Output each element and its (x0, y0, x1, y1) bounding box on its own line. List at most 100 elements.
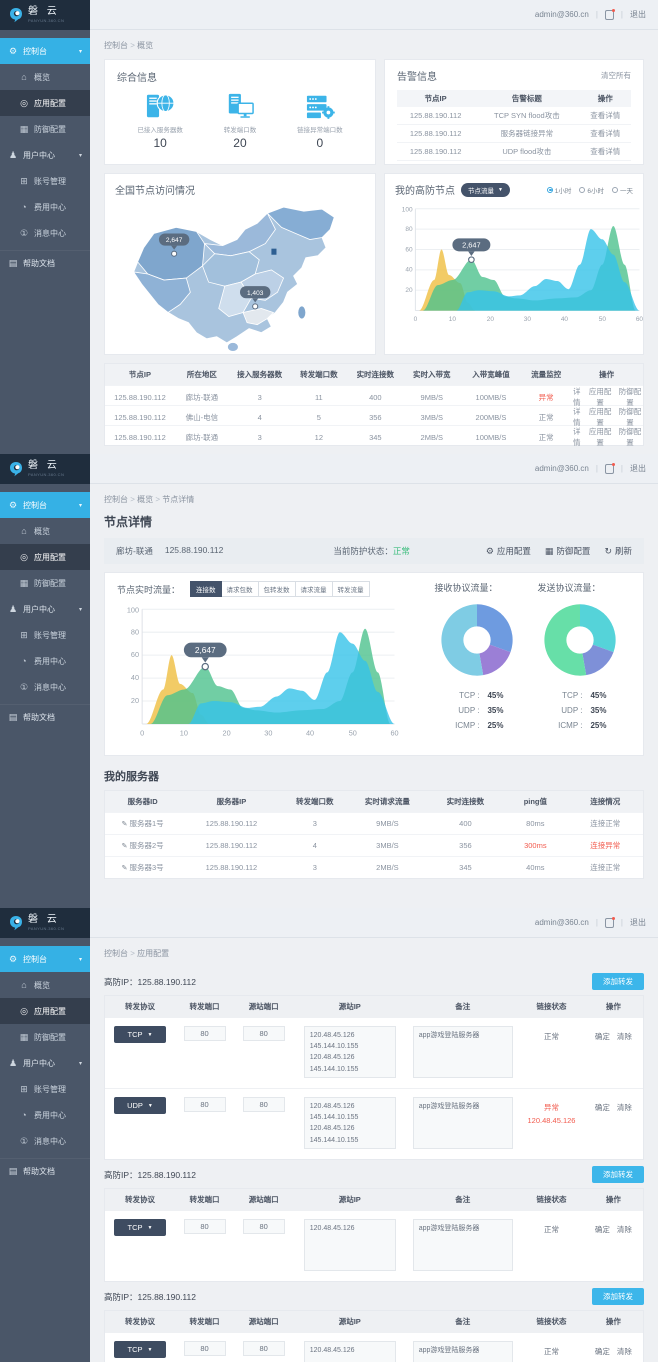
sidebar-item-app-config[interactable]: ◎应用配置 (0, 544, 90, 570)
forward-port-input[interactable] (184, 1026, 226, 1041)
source-ip-textarea[interactable]: 120.48.45.126 145.144.10.155 120.48.45.1… (304, 1026, 396, 1078)
recv-donut[interactable] (435, 598, 519, 682)
confirm-link[interactable]: 确定 (595, 1031, 610, 1042)
send-donut[interactable] (538, 598, 622, 682)
view-details-link[interactable]: 查看详情 (580, 110, 631, 121)
sidebar-item-help[interactable]: ▤帮助文档 (0, 250, 90, 276)
source-port-input[interactable] (243, 1219, 285, 1234)
note-textarea[interactable]: app游戏登陆服务器 (413, 1097, 513, 1149)
sidebar-item-user-center[interactable]: ♟用户中心▾ (0, 596, 90, 622)
sidebar-item-app-config[interactable]: ◎应用配置 (0, 998, 90, 1024)
edit-icon[interactable]: ✎ (122, 865, 128, 872)
notification-icon[interactable] (605, 464, 614, 474)
notification-icon[interactable] (605, 918, 614, 928)
sidebar-item-app-config[interactable]: ◎应用配置 (0, 90, 90, 116)
note-textarea[interactable]: app游戏登陆服务器 (413, 1026, 513, 1078)
sidebar-item-messages[interactable]: ①消息中心 (0, 674, 90, 700)
confirm-link[interactable]: 确定 (595, 1102, 610, 1113)
forward-port-input[interactable] (184, 1341, 226, 1356)
sidebar-item-defense-config[interactable]: ▦防御配置 (0, 570, 90, 596)
forward-port-input[interactable] (184, 1097, 226, 1112)
area-chart[interactable]: 20406080100 0102030405060 2,647 (117, 603, 403, 749)
sidebar-item-account[interactable]: ⊞账号管理 (0, 168, 90, 194)
defense-config-button[interactable]: ▦防御配置 (545, 545, 591, 557)
clear-all-link[interactable]: 清空所有 (601, 70, 631, 81)
app-config-link[interactable]: 应用配置 (587, 426, 613, 448)
sidebar-item-messages[interactable]: ①消息中心 (0, 220, 90, 246)
defense-config-link[interactable]: 防御配置 (617, 406, 643, 428)
traffic-tab[interactable]: 包转发数 (259, 581, 296, 597)
time-range-radio[interactable]: 一天 (612, 185, 633, 195)
sidebar-item-billing[interactable]: ◔费用中心 (0, 648, 90, 674)
app-config-button[interactable]: ⚙应用配置 (486, 545, 531, 557)
details-link[interactable]: 详情 (570, 406, 583, 428)
edit-icon[interactable]: ✎ (122, 843, 128, 850)
protocol-select[interactable]: TCP▼ (114, 1026, 166, 1043)
refresh-button[interactable]: ↻刷新 (604, 545, 632, 557)
clear-link[interactable]: 清除 (617, 1031, 632, 1042)
sidebar-item-billing[interactable]: ◔费用中心 (0, 194, 90, 220)
sidebar-item-user-center[interactable]: ♟用户中心▾ (0, 1050, 90, 1076)
view-details-link[interactable]: 查看详情 (580, 128, 631, 139)
confirm-link[interactable]: 确定 (595, 1346, 610, 1357)
traffic-tabs: 连接数请求包数包转发数请求流量转发流量 (190, 581, 370, 597)
protocol-select[interactable]: UDP▼ (114, 1097, 166, 1114)
traffic-tab[interactable]: 连接数 (190, 581, 222, 597)
sidebar-item-user-center[interactable]: ♟用户中心▾ (0, 142, 90, 168)
details-link[interactable]: 详情 (570, 386, 583, 408)
defense-config-link[interactable]: 防御配置 (617, 426, 643, 448)
add-forward-button[interactable]: 添加转发 (592, 1166, 644, 1183)
sidebar-item-console[interactable]: ⚙控制台▾ (0, 946, 90, 972)
clear-link[interactable]: 清除 (617, 1102, 632, 1113)
sidebar-item-help[interactable]: ▤帮助文档 (0, 1158, 90, 1184)
logout-link[interactable]: 退出 (630, 9, 646, 20)
sidebar-item-overview[interactable]: ⌂概览 (0, 972, 90, 998)
forward-port-input[interactable] (184, 1219, 226, 1234)
sidebar-item-messages[interactable]: ①消息中心 (0, 1128, 90, 1154)
sidebar-item-account[interactable]: ⊞账号管理 (0, 622, 90, 648)
app-config-link[interactable]: 应用配置 (587, 386, 613, 408)
sidebar-item-overview[interactable]: ⌂概览 (0, 64, 90, 90)
notification-icon[interactable] (605, 10, 614, 20)
app-config-link[interactable]: 应用配置 (587, 406, 613, 428)
sidebar-item-console[interactable]: ⚙控制台▾ (0, 38, 90, 64)
add-forward-button[interactable]: 添加转发 (592, 1288, 644, 1305)
details-link[interactable]: 详情 (570, 426, 583, 448)
sidebar-item-defense-config[interactable]: ▦防御配置 (0, 116, 90, 142)
source-ip-textarea[interactable]: 120.48.45.126 (304, 1341, 396, 1362)
source-port-input[interactable] (243, 1341, 285, 1356)
source-port-input[interactable] (243, 1026, 285, 1041)
time-range-radio[interactable]: 6小时 (579, 185, 604, 195)
note-textarea[interactable]: app游戏登陆服务器 (413, 1219, 513, 1271)
sidebar-item-overview[interactable]: ⌂概览 (0, 518, 90, 544)
sidebar-item-console[interactable]: ⚙控制台▾ (0, 492, 90, 518)
view-details-link[interactable]: 查看详情 (580, 146, 631, 157)
clear-link[interactable]: 清除 (617, 1224, 632, 1235)
note-textarea[interactable]: app游戏登陆服务器 (413, 1341, 513, 1362)
logout-link[interactable]: 退出 (630, 917, 646, 928)
clear-link[interactable]: 清除 (617, 1346, 632, 1357)
sidebar-item-help[interactable]: ▤帮助文档 (0, 704, 90, 730)
sidebar-item-defense-config[interactable]: ▦防御配置 (0, 1024, 90, 1050)
protocol-select[interactable]: TCP▼ (114, 1341, 166, 1358)
china-map[interactable]: 2,647 1,403 (116, 199, 364, 351)
traffic-tab[interactable]: 请求流量 (296, 581, 333, 597)
source-ip-textarea[interactable]: 120.48.45.126 145.144.10.155 120.48.45.1… (304, 1097, 396, 1149)
sidebar-item-account[interactable]: ⊞账号管理 (0, 1076, 90, 1102)
add-forward-button[interactable]: 添加转发 (592, 973, 644, 990)
confirm-link[interactable]: 确定 (595, 1224, 610, 1235)
logout-link[interactable]: 退出 (630, 463, 646, 474)
edit-icon[interactable]: ✎ (122, 821, 128, 828)
protocol-select[interactable]: TCP▼ (114, 1219, 166, 1236)
area-chart[interactable]: 20406080100 0102030405060 2,647 (395, 203, 644, 333)
source-port-input[interactable] (243, 1097, 285, 1112)
traffic-dropdown[interactable]: 节点流量▼ (461, 183, 510, 197)
sidebar-item-billing[interactable]: ◔费用中心 (0, 1102, 90, 1128)
traffic-tab[interactable]: 请求包数 (222, 581, 259, 597)
traffic-tab[interactable]: 转发流量 (333, 581, 370, 597)
source-ip-textarea[interactable]: 120.48.45.126 (304, 1219, 396, 1271)
time-range-radio[interactable]: 1小时 (547, 185, 572, 195)
defense-config-link[interactable]: 防御配置 (617, 386, 643, 408)
notification-badge (612, 917, 615, 920)
brand-subtitle: PANYUN.360.CN (28, 927, 64, 931)
